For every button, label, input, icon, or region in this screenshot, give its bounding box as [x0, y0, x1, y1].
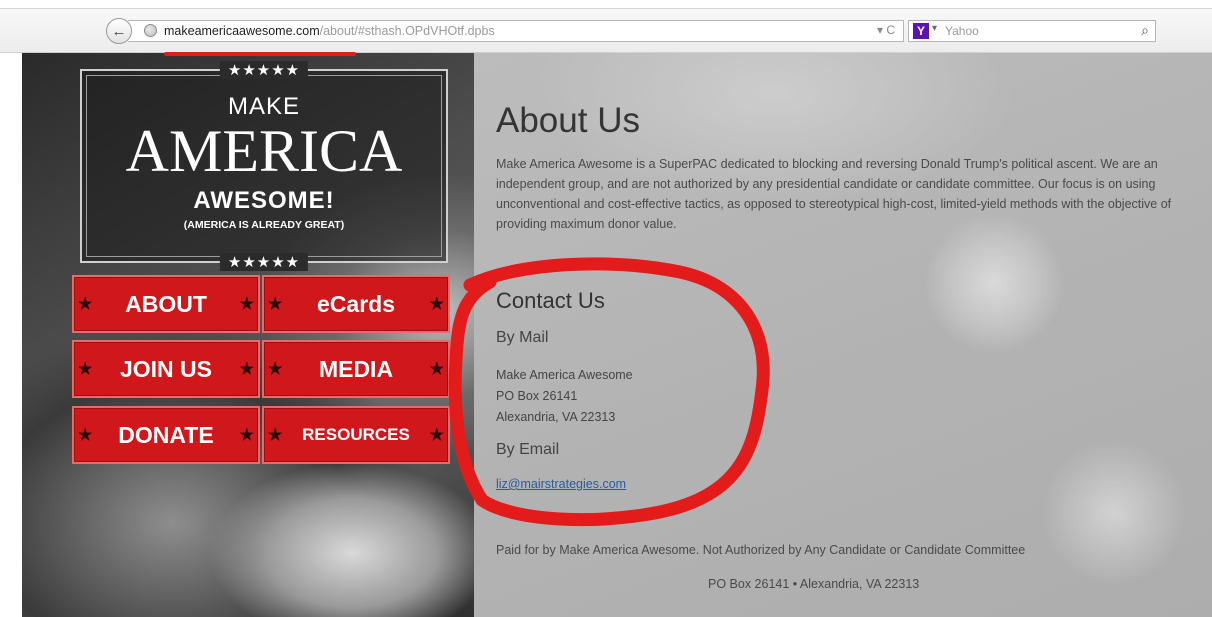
star-icon: ★ — [268, 296, 283, 313]
url-underline-annotation — [164, 52, 356, 56]
address-bar[interactable]: makeamericaawesome.com/about/#sthash.OPd… — [128, 20, 904, 42]
search-input[interactable]: Yahoo — [945, 24, 979, 38]
logo-make-text: MAKE — [227, 93, 300, 120]
globe-icon — [144, 24, 157, 37]
url-path: /about/#sthash.OPdVHOtf.dpbs — [319, 24, 495, 38]
star-icon: ★ — [429, 427, 444, 444]
star-icon: ★ — [78, 296, 93, 313]
nav-resources-button[interactable]: ★ RESOURCES ★ — [262, 406, 450, 464]
nav-resources-label: RESOURCES — [302, 425, 410, 444]
nav-about-button[interactable]: ★ ABOUT ★ — [72, 275, 260, 333]
search-engine-dropdown-icon[interactable]: ▾ — [932, 23, 937, 34]
reload-icon[interactable]: ▾ C — [877, 23, 895, 37]
star-icon: ★ — [429, 361, 444, 378]
star-icon: ★ — [78, 427, 93, 444]
paid-for-disclaimer: Paid for by Make America Awesome. Not Au… — [496, 543, 1026, 557]
logo-subtitle: (AMERICA IS ALREADY GREAT) — [183, 219, 345, 231]
search-icon[interactable]: ⌕ — [1141, 22, 1149, 39]
url-text: makeamericaawesome.com/about/#sthash.OPd… — [164, 24, 495, 38]
back-button[interactable]: ← — [106, 18, 132, 44]
address-line-2: PO Box 26141 — [496, 389, 578, 403]
browser-toolbar: makeamericaawesome.com/about/#sthash.OPd… — [0, 0, 1212, 53]
address-line-3: Alexandria, VA 22313 — [496, 410, 616, 424]
mailing-address: Make America Awesome PO Box 26141 Alexan… — [496, 365, 633, 428]
nav-ecards-label: eCards — [317, 290, 395, 317]
back-arrow-icon: ← — [111, 22, 127, 40]
star-icon: ★ — [239, 427, 254, 444]
nav-donate-label: DONATE — [118, 421, 214, 448]
about-paragraph: Make America Awesome is a SuperPAC dedic… — [496, 157, 1172, 231]
address-line-1: Make America Awesome — [496, 368, 633, 382]
logo-america-text: AMERICA — [125, 118, 403, 184]
by-email-heading: By Email — [496, 441, 560, 458]
star-icon: ★ — [239, 296, 254, 313]
web-page: ★★★★★ MAKE AMERICA AWESOME! (AMERICA IS … — [22, 53, 1212, 617]
logo-stars-bottom: ★★★★★ — [219, 253, 309, 271]
footer-address: PO Box 26141 • Alexandria, VA 22313 — [708, 577, 920, 591]
star-icon: ★ — [429, 296, 444, 313]
email-link[interactable]: liz@mairstrategies.com — [496, 477, 626, 491]
nav-donate-button[interactable]: ★ DONATE ★ — [72, 406, 260, 464]
yahoo-logo-icon[interactable]: Y — [913, 23, 929, 39]
nav-ecards-button[interactable]: ★ eCards ★ — [262, 275, 450, 333]
logo-awesome-text: AWESOME! — [193, 187, 335, 214]
search-bar[interactable]: Y ▾ Yahoo ⌕ — [908, 20, 1156, 42]
nav-join-label: JOIN US — [119, 355, 213, 382]
url-domain: makeamericaawesome.com — [164, 24, 320, 38]
logo-stars-top: ★★★★★ — [219, 61, 309, 79]
star-icon: ★ — [239, 361, 254, 378]
about-heading: About Us — [496, 101, 640, 140]
by-mail-heading: By Mail — [496, 329, 549, 346]
nav-media-button[interactable]: ★ MEDIA ★ — [262, 340, 450, 398]
nav-media-label: MEDIA — [318, 355, 394, 382]
star-icon: ★ — [78, 361, 93, 378]
site-logo[interactable]: ★★★★★ MAKE AMERICA AWESOME! (AMERICA IS … — [80, 61, 448, 271]
nav-join-button[interactable]: ★ JOIN US ★ — [72, 340, 260, 398]
contact-heading: Contact Us — [496, 288, 605, 313]
star-icon: ★ — [268, 361, 283, 378]
nav-about-label: ABOUT — [125, 290, 207, 317]
star-icon: ★ — [268, 427, 283, 444]
browser-tab-strip — [0, 0, 1212, 9]
